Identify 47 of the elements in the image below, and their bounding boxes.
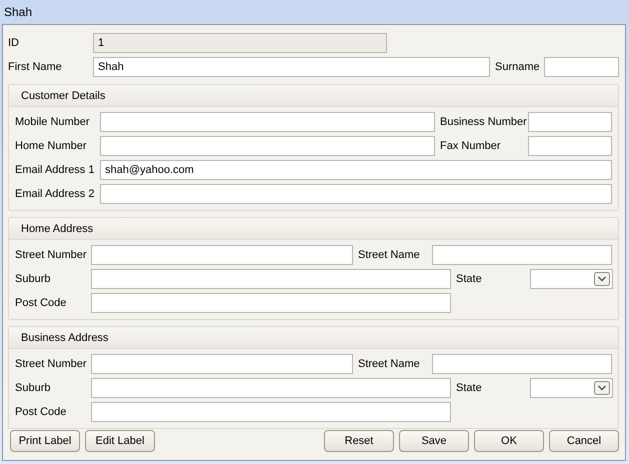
section-title: Customer Details — [21, 90, 106, 102]
state-dropdown[interactable] — [530, 378, 613, 398]
input-field[interactable]: Shah — [93, 57, 490, 77]
field-label: State — [456, 382, 483, 394]
input-field[interactable] — [528, 136, 612, 156]
field-label: Business Number — [440, 116, 528, 128]
field-label: Street Name — [358, 249, 421, 261]
action-button[interactable]: Cancel — [549, 430, 619, 452]
input-field[interactable] — [528, 112, 612, 132]
input-field[interactable] — [432, 354, 612, 374]
input-field[interactable] — [91, 293, 451, 313]
input-field[interactable] — [91, 402, 451, 422]
action-button[interactable]: OK — [474, 430, 544, 452]
state-dropdown[interactable] — [530, 269, 613, 289]
field-label: Home Number — [15, 140, 88, 152]
input-field[interactable] — [91, 378, 451, 398]
field-label: Suburb — [15, 273, 52, 285]
window-title: Shah — [4, 5, 32, 19]
input-field[interactable] — [100, 184, 612, 204]
field-label: Email Address 1 — [15, 164, 96, 176]
input-field[interactable] — [91, 245, 353, 265]
field-label: Surname — [495, 61, 540, 73]
field-label: Fax Number — [440, 140, 502, 152]
action-button[interactable]: Reset — [324, 430, 394, 452]
field-label: First Name — [8, 61, 63, 73]
input-field[interactable]: shah@yahoo.com — [100, 160, 612, 180]
section-title: Business Address — [21, 332, 108, 344]
action-button[interactable]: Edit Label — [85, 430, 155, 452]
field-label: Street Number — [15, 358, 88, 370]
input-field[interactable] — [544, 57, 619, 77]
field-label: Street Number — [15, 249, 88, 261]
field-label: State — [456, 273, 483, 285]
field-label: ID — [8, 37, 20, 49]
input-field[interactable] — [100, 112, 435, 132]
field-label: Mobile Number — [15, 116, 91, 128]
field-label: Post Code — [15, 297, 68, 309]
field-label: Street Name — [358, 358, 421, 370]
action-button[interactable]: Save — [399, 430, 469, 452]
field-label: Post Code — [15, 406, 68, 418]
input-field[interactable] — [100, 136, 435, 156]
action-button[interactable]: Print Label — [10, 430, 80, 452]
section-title: Home Address — [21, 222, 94, 234]
field-label: Suburb — [15, 382, 52, 394]
input-field[interactable] — [432, 245, 612, 265]
input-field[interactable] — [91, 269, 451, 289]
input-field[interactable] — [91, 354, 353, 374]
field-label: Email Address 2 — [15, 188, 96, 200]
